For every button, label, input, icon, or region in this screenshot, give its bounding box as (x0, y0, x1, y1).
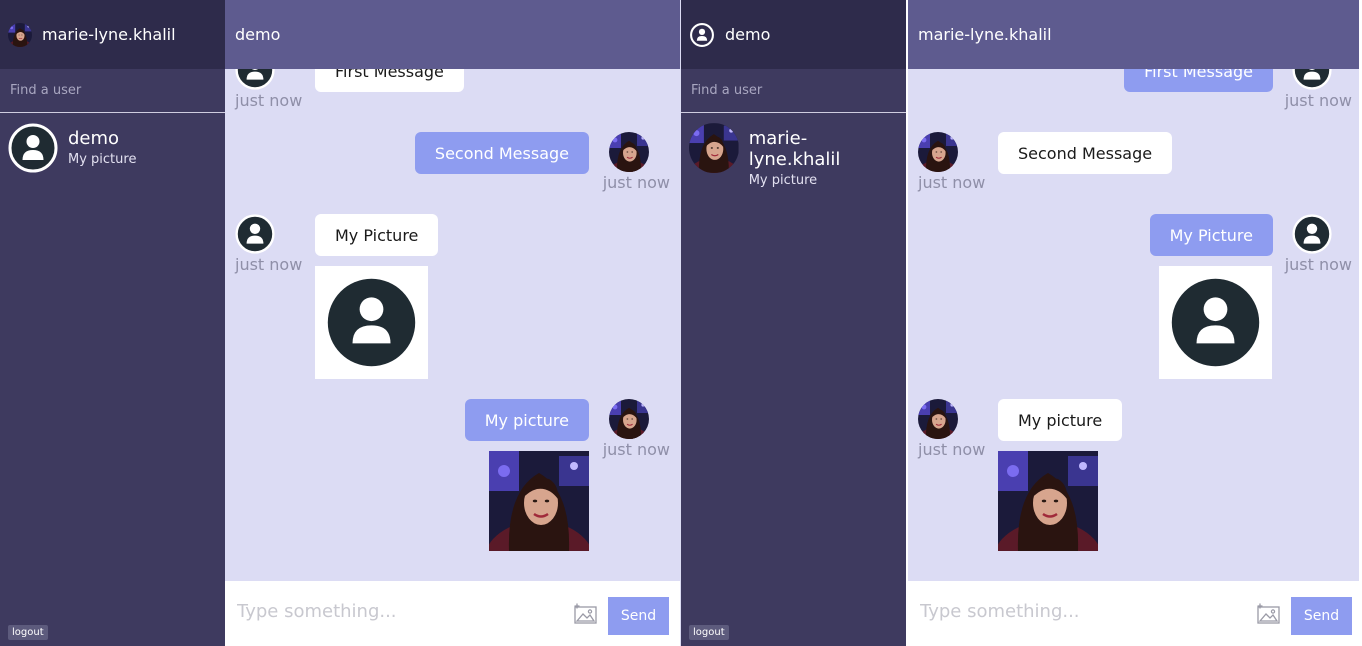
message-timestamp: just now (1284, 91, 1352, 110)
chat-panel: First Message just now Second Message ju… (225, 0, 680, 646)
message-avatar (609, 132, 649, 172)
contact-name: demo (68, 128, 120, 149)
logout-button[interactable]: logout (689, 625, 729, 640)
message-timestamp: just now (602, 440, 670, 459)
message-composer: Send (908, 581, 1359, 646)
message-timestamp: just now (918, 440, 986, 459)
contact-item-demo[interactable]: demo My picture (0, 113, 225, 183)
message-bubble-outgoing: My picture (464, 399, 589, 441)
profile-photo-icon (918, 132, 958, 172)
chat-header: marie-lyne.khalil (908, 0, 1359, 69)
default-user-icon (689, 22, 715, 48)
message-bubble-outgoing: Second Message (414, 132, 589, 174)
message-bubble-incoming: My Picture (315, 214, 439, 256)
message-input[interactable] (237, 601, 557, 622)
message-timestamp: just now (602, 173, 670, 192)
default-user-icon (1168, 275, 1263, 370)
message-image[interactable] (315, 266, 428, 379)
find-user-search (0, 69, 225, 113)
message-list[interactable]: First Message just now Second Message ju… (225, 0, 680, 581)
current-user-name: demo (725, 25, 771, 44)
profile-photo-icon (609, 399, 649, 439)
message-image[interactable] (489, 451, 589, 551)
message-timestamp: just now (918, 173, 986, 192)
find-user-input[interactable] (691, 83, 891, 98)
profile-photo-icon (8, 23, 32, 47)
chat-header: demo (225, 0, 680, 69)
message-avatar (918, 132, 958, 172)
send-button[interactable]: Send (608, 597, 669, 635)
profile-photo-icon (609, 132, 649, 172)
default-user-icon (1292, 214, 1332, 254)
contact-item-marie-lyne-khalil[interactable]: marie-lyne.khalil My picture (681, 113, 906, 198)
message-input[interactable] (920, 601, 1240, 622)
chat-app-left: marie-lyne.khalil demo My picture logout… (0, 0, 680, 646)
message-avatar (1292, 214, 1332, 254)
contact-last-message: My picture (68, 152, 137, 167)
chat-app-right: demo marie-lyne.khalil My picture logout… (681, 0, 1361, 646)
find-user-input[interactable] (10, 83, 210, 98)
chat-title: demo (235, 25, 281, 44)
chat-title: marie-lyne.khalil (918, 25, 1052, 44)
message-image[interactable] (998, 451, 1098, 551)
chat-panel: First Message just now Second Message ju… (908, 0, 1359, 646)
message-list[interactable]: First Message just now Second Message ju… (908, 0, 1359, 581)
profile-photo-icon (998, 451, 1098, 551)
send-button[interactable]: Send (1291, 597, 1352, 635)
image-upload-icon[interactable] (574, 603, 598, 625)
profile-photo-icon (689, 123, 739, 173)
message-avatar (918, 399, 958, 439)
logout-button[interactable]: logout (8, 625, 48, 640)
sidebar: marie-lyne.khalil demo My picture logout (0, 0, 225, 646)
profile-photo-icon (489, 451, 589, 551)
current-user-header: marie-lyne.khalil (0, 0, 225, 69)
message-avatar (235, 214, 275, 254)
find-user-search (681, 69, 906, 113)
contact-last-message: My picture (748, 173, 818, 188)
current-user-name: marie-lyne.khalil (42, 25, 176, 44)
message-timestamp: just now (235, 255, 303, 274)
message-bubble-incoming: My picture (998, 399, 1123, 441)
default-user-icon (324, 275, 419, 370)
contact-name: marie-lyne.khalil (748, 128, 841, 170)
message-image[interactable] (1159, 266, 1272, 379)
default-user-icon (235, 214, 275, 254)
message-bubble-incoming: Second Message (998, 132, 1173, 174)
message-bubble-outgoing: My Picture (1149, 214, 1273, 256)
default-user-icon (8, 123, 58, 173)
message-timestamp: just now (235, 91, 303, 110)
sidebar: demo marie-lyne.khalil My picture logout (681, 0, 906, 646)
message-timestamp: just now (1284, 255, 1352, 274)
profile-photo-icon (918, 399, 958, 439)
image-upload-icon[interactable] (1257, 603, 1281, 625)
message-avatar (609, 399, 649, 439)
current-user-header: demo (681, 0, 906, 69)
message-composer: Send (225, 581, 680, 646)
